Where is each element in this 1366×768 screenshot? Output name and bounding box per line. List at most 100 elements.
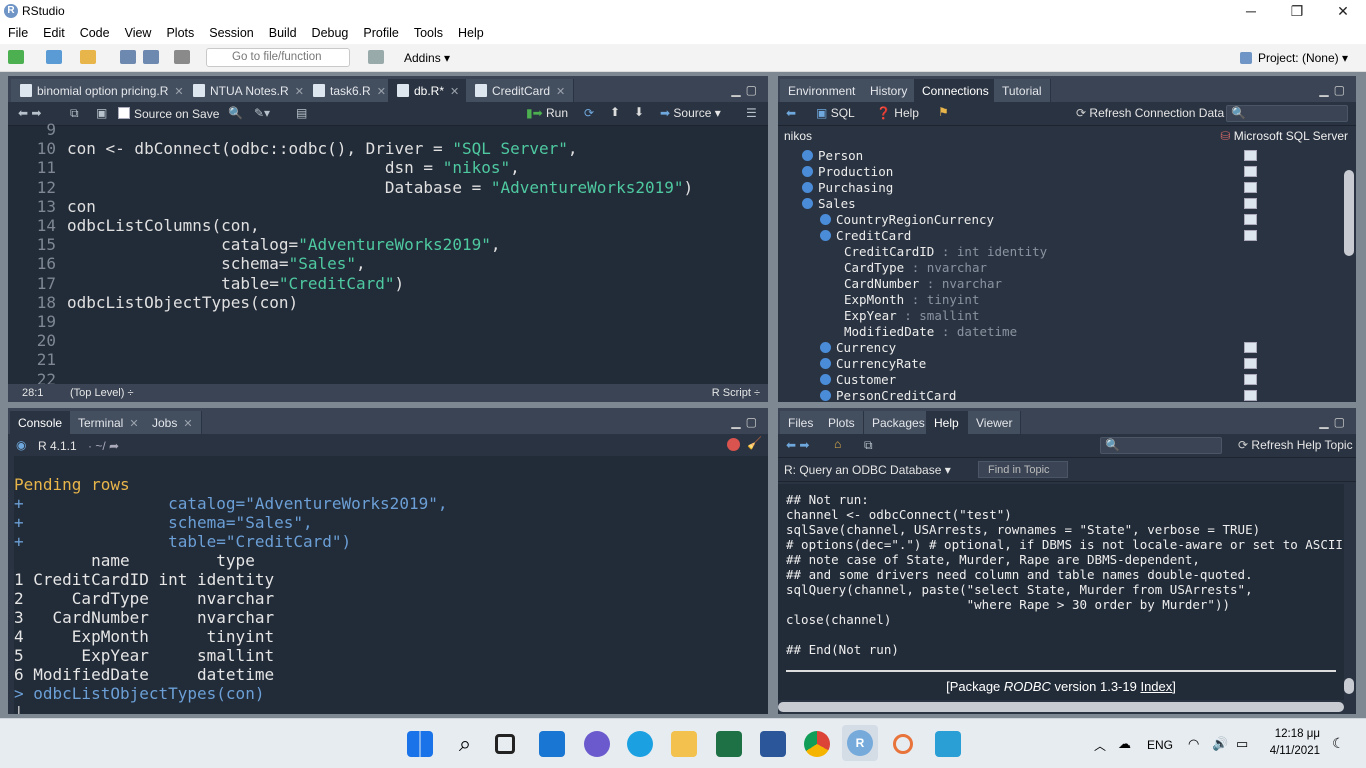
source-button[interactable]: ➡ Source ▾	[660, 106, 721, 120]
tab-viewer[interactable]: Viewer	[968, 411, 1022, 434]
console-output[interactable]: Pending rows + catalog="AdventureWorks201…	[14, 456, 768, 714]
close-tab-icon[interactable]: ✕	[183, 418, 192, 430]
view-table-icon[interactable]	[1244, 230, 1257, 241]
menu-view[interactable]: View	[117, 23, 159, 40]
help-v-scrollbar[interactable]	[1344, 678, 1354, 694]
menu-session[interactable]: Session	[201, 23, 260, 40]
excel-icon[interactable]	[716, 731, 742, 757]
chrome-icon[interactable]	[804, 731, 830, 757]
pane-minmax-icon[interactable]: ▁▢	[1319, 83, 1350, 97]
tab-task6[interactable]: task6.R ✕	[304, 79, 395, 102]
start-icon[interactable]	[407, 731, 433, 757]
menu-tools[interactable]: Tools	[406, 23, 450, 40]
show-in-window-icon[interactable]: ⧉	[70, 106, 79, 121]
project-menu[interactable]: Project: (None) ▾	[1239, 51, 1348, 65]
volume-icon[interactable]: 🔊	[1212, 736, 1228, 752]
close-tab-icon[interactable]: ✕	[377, 86, 386, 98]
table-item[interactable]: CurrencyRate	[820, 356, 926, 371]
edge-icon[interactable]	[627, 731, 653, 757]
connections-search-input[interactable]: 🔍	[1226, 105, 1348, 122]
view-table-icon[interactable]	[1244, 214, 1257, 225]
clock-date[interactable]: 4/11/2021	[1266, 745, 1320, 757]
save-icon[interactable]	[120, 50, 136, 64]
rerun-icon[interactable]: ⟳	[584, 106, 594, 120]
widgets-icon[interactable]	[539, 731, 565, 757]
back-forward-icon[interactable]: ⬅ ➡	[18, 106, 41, 120]
menu-plots[interactable]: Plots	[158, 23, 201, 40]
addins-menu[interactable]: Addins ▾	[404, 51, 450, 65]
restore-button[interactable]: ❐	[1274, 0, 1320, 23]
expand-icon[interactable]	[802, 198, 813, 209]
view-table-icon[interactable]	[1244, 358, 1257, 369]
tab-plots[interactable]: Plots	[820, 411, 864, 434]
help-button[interactable]: ❓ Help	[876, 106, 919, 120]
table-item[interactable]: Customer	[820, 372, 896, 387]
file-type-selector[interactable]: R Script ÷	[712, 387, 760, 399]
view-table-icon[interactable]	[1244, 390, 1257, 401]
tray-chevron-icon[interactable]: ︿	[1094, 737, 1106, 754]
menu-build[interactable]: Build	[261, 23, 304, 40]
index-link[interactable]: Index	[1140, 679, 1172, 694]
tab-db[interactable]: db.R* ✕	[388, 79, 469, 102]
onedrive-icon[interactable]: ☁	[1118, 736, 1131, 752]
home-icon[interactable]: ⌂	[834, 437, 841, 451]
expand-icon[interactable]	[820, 230, 831, 241]
wifi-icon[interactable]: ◠	[1188, 736, 1199, 752]
save-file-icon[interactable]: ▣	[96, 106, 107, 120]
jupyter-icon[interactable]	[893, 734, 913, 754]
menu-debug[interactable]: Debug	[304, 23, 356, 40]
table-item[interactable]: CreditCard	[820, 228, 911, 243]
refresh-connection-button[interactable]: ⟳ Refresh Connection Data	[1076, 106, 1224, 120]
go-up-icon[interactable]: ⬆	[610, 105, 620, 119]
connect-icon[interactable]: ⚑	[938, 105, 949, 119]
go-down-icon[interactable]: ⬇	[634, 105, 644, 119]
console-path[interactable]: · ~/ ➦	[88, 439, 119, 453]
close-tab-icon[interactable]: ✕	[129, 418, 138, 430]
tab-binomial[interactable]: binomial option pricing.R ✕	[11, 79, 193, 102]
table-item[interactable]: CountryRegionCurrency	[820, 212, 994, 227]
file-explorer-icon[interactable]	[671, 731, 697, 757]
expand-icon[interactable]	[820, 342, 831, 353]
task-view-icon[interactable]	[495, 734, 515, 754]
menu-help[interactable]: Help	[450, 23, 491, 40]
tab-history[interactable]: History	[862, 79, 917, 102]
stop-icon[interactable]	[727, 438, 740, 451]
tab-creditcard[interactable]: CreditCard ✕	[466, 79, 575, 102]
scope-selector[interactable]: (Top Level) ÷	[70, 387, 134, 399]
help-topic-title[interactable]: R: Query an ODBC Database ▾	[784, 463, 951, 477]
goto-file-input[interactable]: Go to file/function	[206, 48, 350, 67]
tree-scrollbar[interactable]	[1344, 170, 1354, 256]
schema-tree-icon[interactable]	[1244, 198, 1257, 209]
grid-layout-icon[interactable]	[368, 50, 384, 64]
app-icon[interactable]	[935, 731, 961, 757]
expand-icon[interactable]	[802, 182, 813, 193]
tab-console[interactable]: Console	[10, 411, 72, 434]
expand-icon[interactable]	[820, 390, 831, 401]
table-item[interactable]: PersonCreditCard	[820, 388, 956, 402]
clock-time[interactable]: 12:18 μμ	[1274, 728, 1320, 740]
new-project-icon[interactable]	[46, 50, 62, 64]
magic-wand-icon[interactable]: ✎▾	[254, 106, 270, 120]
close-tab-icon[interactable]: ✕	[556, 86, 565, 98]
close-tab-icon[interactable]: ✕	[174, 86, 183, 98]
battery-icon[interactable]: ▭	[1236, 736, 1248, 752]
schema-item[interactable]: Purchasing	[802, 180, 893, 195]
tab-environment[interactable]: Environment	[780, 79, 865, 102]
notifications-icon[interactable]: ☾	[1332, 735, 1345, 752]
expand-icon[interactable]	[820, 214, 831, 225]
tab-help[interactable]: Help	[926, 411, 968, 434]
teams-chat-icon[interactable]	[584, 731, 610, 757]
schema-item[interactable]: Production	[802, 164, 893, 179]
menu-profile[interactable]: Profile	[355, 23, 405, 40]
open-file-icon[interactable]	[80, 50, 96, 64]
print-icon[interactable]	[174, 50, 190, 64]
close-tab-icon[interactable]: ✕	[450, 86, 459, 98]
tab-connections[interactable]: Connections	[914, 79, 998, 102]
help-search-input[interactable]: 🔍	[1100, 437, 1222, 454]
menu-edit[interactable]: Edit	[35, 23, 72, 40]
tab-tutorial[interactable]: Tutorial	[994, 79, 1051, 102]
source-on-save-checkbox[interactable]	[118, 107, 130, 119]
close-button[interactable]: ✕	[1320, 0, 1366, 23]
find-in-topic-input[interactable]: Find in Topic	[978, 461, 1068, 478]
tab-jobs[interactable]: Jobs ✕	[144, 411, 202, 434]
